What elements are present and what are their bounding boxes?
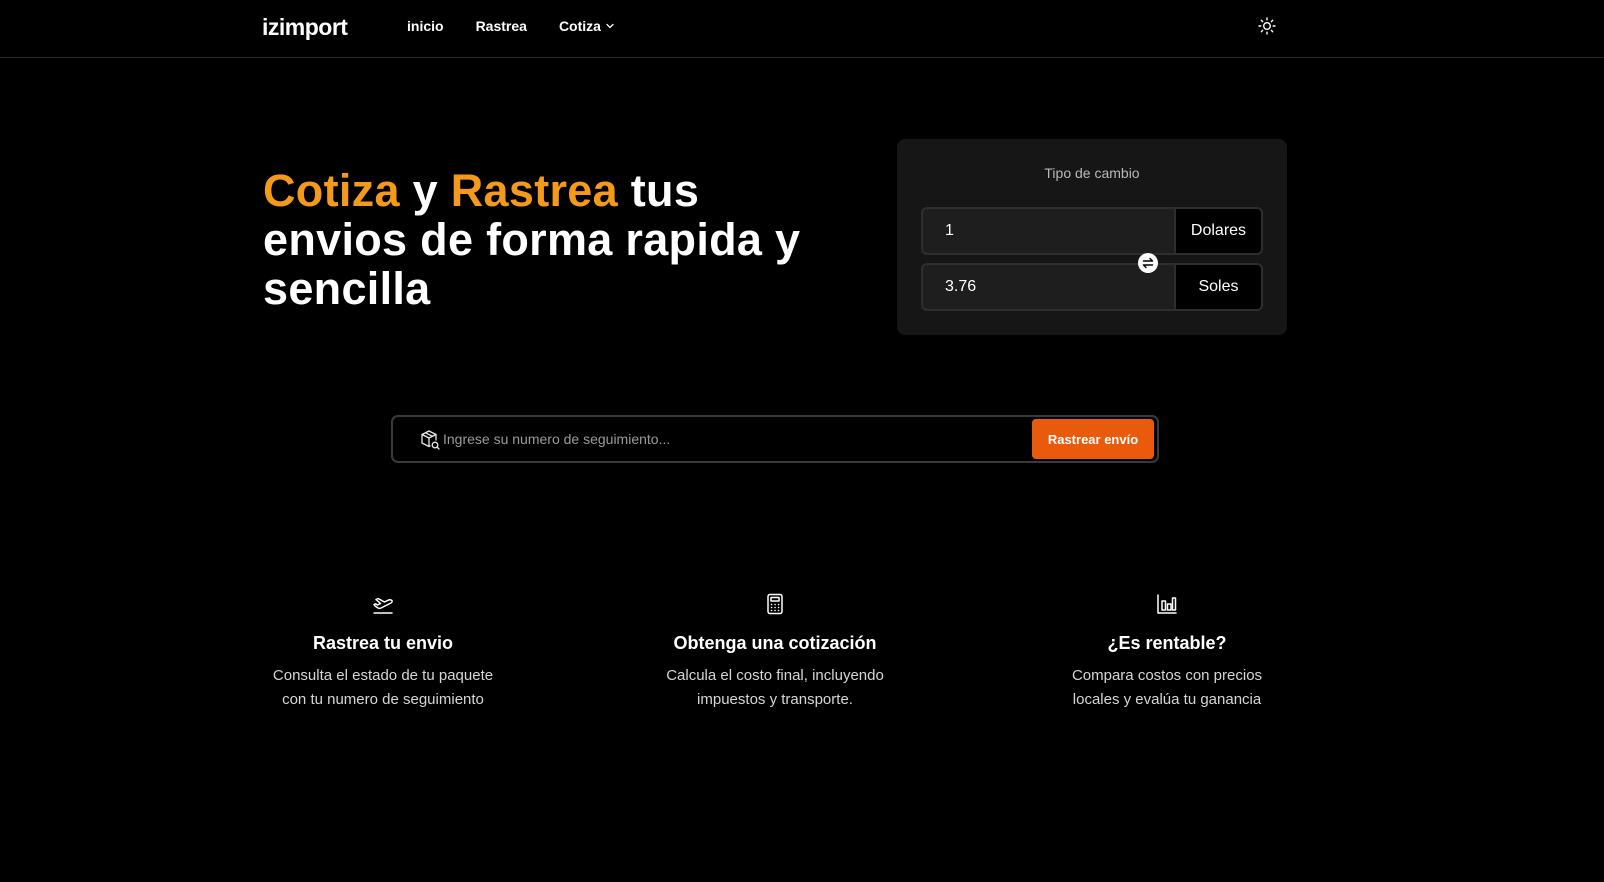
swap-arrows-icon[interactable] <box>1138 253 1158 273</box>
feature-profitability: ¿Es rentable? Compara costos con precios… <box>1017 592 1317 712</box>
tracking-search-bar: Rastrear envío <box>391 415 1159 463</box>
hero-title: Cotiza y Rastrea tus envios de forma rap… <box>263 166 823 313</box>
feature-track-description: Consulta el estado de tu paquete con tu … <box>272 667 494 708</box>
plane-takeoff-icon <box>373 597 393 614</box>
nav-item-rastrea[interactable]: Rastrea <box>476 18 527 34</box>
bar-chart-icon <box>1157 594 1177 614</box>
feature-quote-description: Calcula el costo final, incluyendo impue… <box>666 667 884 708</box>
exchange-rate-title: Tipo de cambio <box>1044 165 1140 181</box>
soles-amount-input[interactable] <box>923 265 1174 309</box>
exchange-rate-card: Tipo de cambio Dolares Soles <box>897 139 1287 335</box>
chevron-down-icon <box>606 23 614 29</box>
hero-word-y: y <box>399 165 451 216</box>
dollars-currency-label[interactable]: Dolares <box>1174 209 1261 253</box>
nav-item-inicio[interactable]: inicio <box>407 18 444 34</box>
sun-icon[interactable] <box>1257 16 1277 36</box>
nav-item-cotiza[interactable]: Cotiza <box>559 18 615 34</box>
nav-item-cotiza-label: Cotiza <box>558 18 601 34</box>
feature-track: Rastrea tu envio Consulta el estado de t… <box>233 592 533 712</box>
hero-word-rastrea: Rastrea <box>450 165 618 216</box>
feature-profitability-title: ¿Es rentable? <box>1107 633 1227 653</box>
track-shipment-button[interactable]: Rastrear envío <box>1032 419 1154 459</box>
main-nav: inicio Rastrea Cotiza <box>407 18 647 34</box>
tracking-number-input[interactable] <box>441 425 1001 453</box>
soles-currency-label[interactable]: Soles <box>1174 265 1261 309</box>
top-navbar: izimport inicio Rastrea Cotiza <box>0 0 1604 58</box>
feature-quote: Obtenga una cotización Calcula el costo … <box>625 592 925 712</box>
package-search-icon <box>421 430 440 450</box>
logo[interactable]: izimport <box>262 14 348 41</box>
exchange-from-row: Dolares <box>921 207 1263 255</box>
feature-profitability-description: Compara costos con precios locales y eva… <box>1071 667 1263 708</box>
dollars-amount-input[interactable] <box>923 209 1174 253</box>
feature-track-title: Rastrea tu envio <box>312 633 454 653</box>
hero-word-cotiza: Cotiza <box>263 165 400 216</box>
calculator-icon <box>767 593 783 615</box>
feature-quote-title: Obtenga una cotización <box>673 633 877 653</box>
exchange-to-row: Soles <box>921 263 1263 311</box>
